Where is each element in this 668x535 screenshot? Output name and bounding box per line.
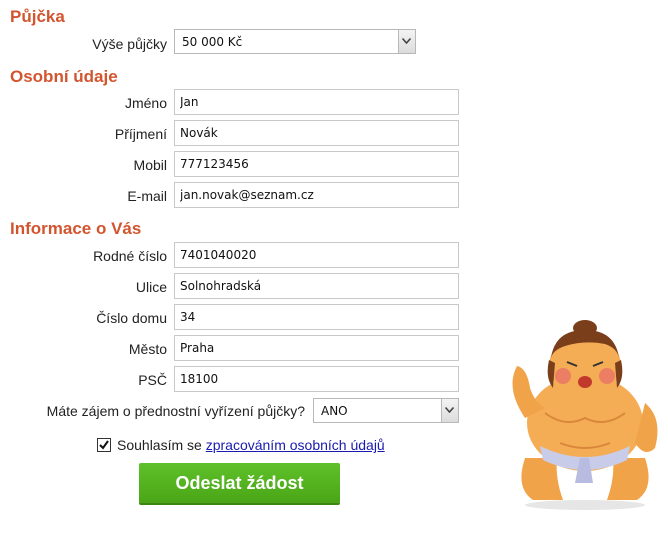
- loan-amount-dropdown-button[interactable]: [398, 30, 415, 53]
- zip-field[interactable]: [174, 366, 459, 392]
- email-label: E-mail: [127, 188, 167, 204]
- chevron-down-icon: [445, 407, 454, 413]
- priority-select[interactable]: ANO: [313, 398, 459, 423]
- personal-section-title: Osobní údaje: [10, 67, 118, 86]
- last-name-field[interactable]: [174, 120, 459, 146]
- birth-number-field[interactable]: [174, 242, 459, 268]
- priority-label: Máte zájem o přednostní vyřízení půjčky?: [46, 403, 305, 419]
- priority-dropdown-button[interactable]: [441, 399, 458, 422]
- street-label: Ulice: [135, 279, 167, 295]
- loan-section-title: Půjčka: [10, 7, 65, 26]
- submit-button[interactable]: Odeslat žádost: [139, 463, 340, 503]
- chevron-down-icon: [402, 38, 411, 44]
- city-field[interactable]: [174, 335, 459, 361]
- loan-amount-select[interactable]: 50 000 Kč: [174, 29, 416, 54]
- consent-prefix: Souhlasím se: [117, 437, 202, 453]
- birth-number-label: Rodné číslo: [93, 248, 167, 264]
- city-label: Město: [128, 341, 167, 357]
- sumo-mascot-icon: [512, 320, 658, 510]
- mobile-label: Mobil: [133, 157, 167, 173]
- house-number-field[interactable]: [174, 304, 459, 330]
- loan-amount-label: Výše půjčky: [92, 36, 167, 52]
- consent-text: Souhlasím se zpracováním osobních údajů: [117, 437, 385, 453]
- loan-amount-value: 50 000 Kč: [182, 35, 243, 49]
- email-field[interactable]: [174, 182, 459, 208]
- zip-label: PSČ: [138, 372, 167, 388]
- priority-value: ANO: [321, 404, 348, 418]
- privacy-policy-link[interactable]: zpracováním osobních údajů: [206, 437, 385, 453]
- last-name-label: Příjmení: [114, 126, 167, 142]
- first-name-label: Jméno: [124, 95, 167, 111]
- consent-checkbox[interactable]: [97, 438, 111, 452]
- first-name-field[interactable]: [174, 89, 459, 115]
- info-section-title: Informace o Vás: [10, 219, 142, 238]
- mobile-field[interactable]: [174, 151, 459, 177]
- street-field[interactable]: [174, 273, 459, 299]
- house-number-label: Číslo domu: [96, 310, 167, 326]
- checkmark-icon: [99, 440, 109, 450]
